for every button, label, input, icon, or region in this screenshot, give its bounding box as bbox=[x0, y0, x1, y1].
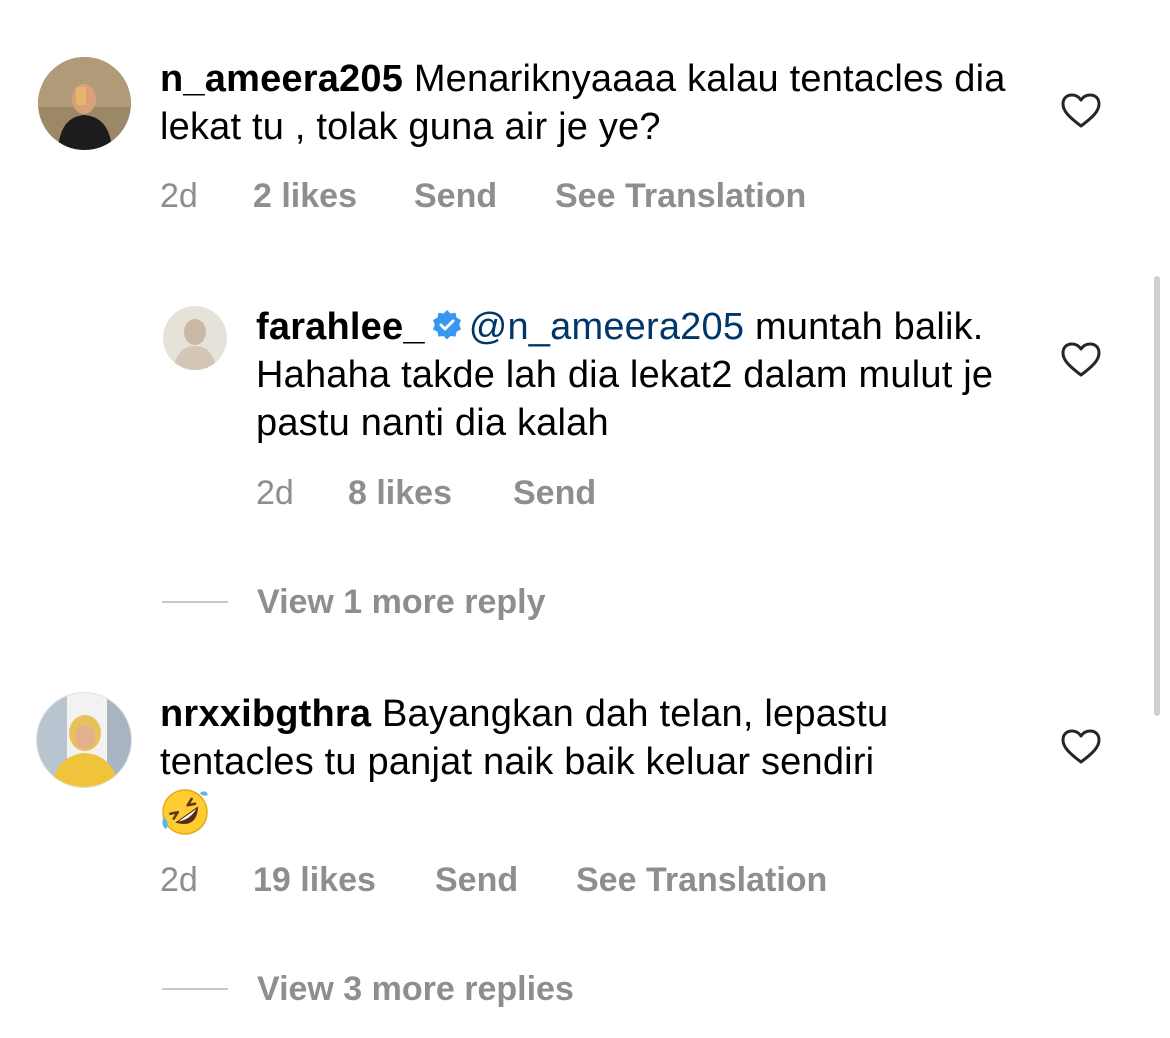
heart-icon[interactable] bbox=[1061, 729, 1101, 765]
send-button[interactable]: Send bbox=[435, 860, 518, 900]
likes-count[interactable]: 8 likes bbox=[348, 473, 452, 513]
avatar[interactable] bbox=[163, 306, 227, 370]
view-more-replies-button[interactable]: View 3 more replies bbox=[257, 969, 574, 1009]
divider bbox=[162, 601, 228, 603]
mention-link[interactable]: @n_ameera205 bbox=[469, 306, 745, 348]
timestamp: 2d bbox=[256, 474, 294, 512]
comment-meta: 2d 8 likes Send bbox=[256, 473, 756, 513]
username[interactable]: farahlee_ bbox=[256, 306, 425, 348]
comment-meta: 2d 19 likes Send See Translation bbox=[160, 860, 880, 900]
timestamp: 2d bbox=[160, 861, 198, 899]
likes-count[interactable]: 2 likes bbox=[253, 176, 357, 216]
comment-text: n_ameera205 Menariknyaaaa kalau tentacle… bbox=[160, 55, 1040, 151]
verified-badge-icon bbox=[432, 310, 461, 340]
avatar-photo bbox=[38, 57, 131, 150]
heart-icon[interactable] bbox=[1061, 93, 1101, 129]
heart-icon[interactable] bbox=[1061, 342, 1101, 378]
avatar-photo bbox=[37, 693, 131, 787]
likes-count[interactable]: 19 likes bbox=[253, 860, 376, 900]
send-button[interactable]: Send bbox=[513, 473, 596, 513]
username[interactable]: nrxxibgthra bbox=[160, 693, 371, 735]
timestamp: 2d bbox=[160, 177, 198, 215]
comment-text: nrxxibgthra Bayangkan dah telan, lepastu… bbox=[160, 690, 1040, 837]
comment-text: farahlee_ @n_ameera205 muntah balik. Hah… bbox=[256, 303, 1016, 447]
avatar-photo bbox=[163, 306, 227, 370]
scrollbar[interactable] bbox=[1154, 276, 1160, 716]
avatar[interactable] bbox=[37, 693, 131, 787]
see-translation-button[interactable]: See Translation bbox=[555, 176, 806, 216]
view-more-replies-button[interactable]: View 1 more reply bbox=[257, 582, 546, 622]
username[interactable]: n_ameera205 bbox=[160, 58, 403, 100]
rolling-laughing-emoji-icon bbox=[162, 789, 208, 835]
comment-meta: 2d 2 likes Send See Translation bbox=[160, 176, 860, 216]
see-translation-button[interactable]: See Translation bbox=[576, 860, 827, 900]
send-button[interactable]: Send bbox=[414, 176, 497, 216]
divider bbox=[162, 988, 228, 990]
avatar[interactable] bbox=[38, 57, 131, 150]
